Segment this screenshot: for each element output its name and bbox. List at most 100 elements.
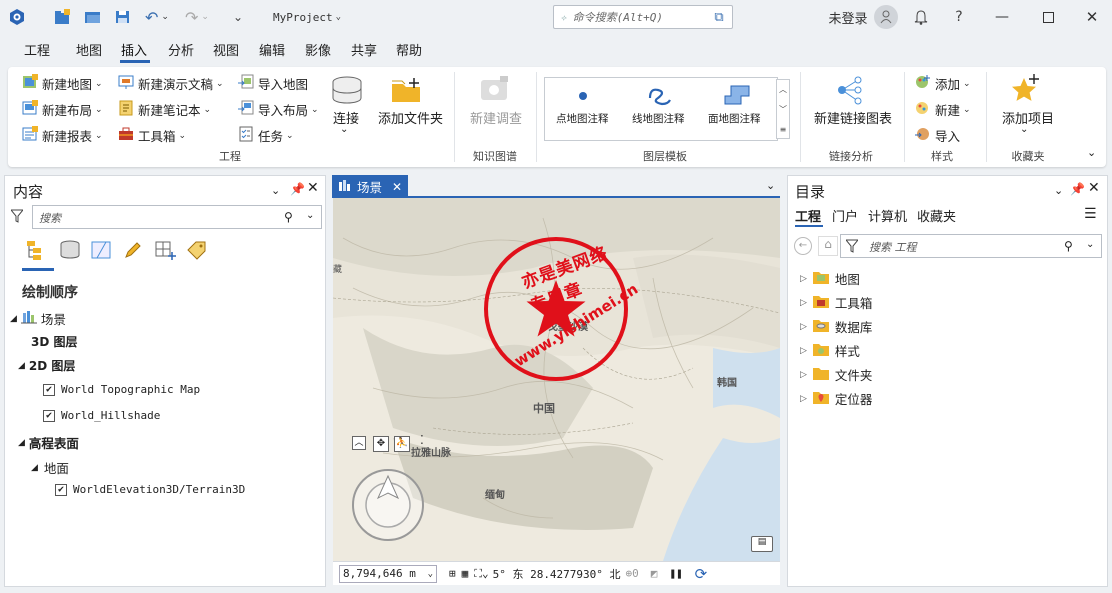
catalog-item-toolboxes[interactable]: ▷ 工具箱 (800, 293, 872, 312)
open-project-icon[interactable] (82, 6, 104, 28)
coordinate-system-icon[interactable]: ⛶⌄ (474, 567, 488, 581)
collapse-arrow-icon[interactable]: ◢ (18, 361, 25, 371)
catalog-search-input[interactable]: 搜索 工程 (840, 234, 1102, 258)
collapse-arrow-icon[interactable]: ◢ (31, 463, 38, 473)
close-panel-icon[interactable]: ✕ (307, 180, 319, 196)
collapse-arrow-icon[interactable]: ◢ (10, 314, 17, 324)
pin-icon[interactable]: 📌 (290, 182, 305, 196)
help-icon[interactable]: ? (950, 6, 968, 28)
ribbon-collapse-icon[interactable]: ⌄ (1087, 146, 1096, 159)
line-annotation-template[interactable]: 线地图注释 (632, 111, 685, 126)
home-icon[interactable]: ⌂ (818, 236, 838, 256)
menu-analysis[interactable]: 分析 (168, 40, 194, 59)
new-style-button[interactable]: 新建 ⌄ (915, 100, 971, 119)
catalog-filter-icon[interactable] (844, 239, 860, 256)
list-by-source-icon[interactable] (59, 240, 81, 263)
ground-node[interactable]: ◢ 地面 (31, 458, 69, 477)
pause-drawing-icon[interactable]: ❚❚ (669, 567, 682, 580)
pin-icon[interactable]: 📌 (1070, 182, 1085, 196)
tab-list-dropdown-icon[interactable]: ⌄ (766, 179, 775, 192)
scene-node[interactable]: ◢ 场景 (10, 309, 66, 328)
walk-mode-icon[interactable]: ⛹ (394, 436, 410, 452)
navigator-collapse-icon[interactable]: ︿ (352, 436, 366, 450)
contents-search-input[interactable]: 搜索 (32, 205, 322, 229)
add-grid-icon[interactable]: ⊞ (449, 567, 456, 580)
project-name[interactable]: MyProject ⌄ (272, 6, 342, 28)
list-by-snapping-icon[interactable] (154, 240, 178, 265)
catalog-tab-project[interactable]: 工程 (795, 206, 821, 225)
undo-icon[interactable]: ↶ ⌄ (142, 6, 172, 28)
import-style-button[interactable]: 导入 (915, 126, 960, 145)
new-survey-button[interactable]: 新建调查 (470, 108, 522, 127)
refresh-icon[interactable]: ⟳ (695, 565, 708, 583)
import-layout-button[interactable]: 导入布局 ⌄ (238, 100, 319, 119)
menu-share[interactable]: 共享 (351, 40, 377, 59)
menu-edit[interactable]: 编辑 (259, 40, 285, 59)
catalog-tab-computer[interactable]: 计算机 (868, 206, 907, 225)
list-by-selection-icon[interactable] (91, 240, 113, 263)
tab-scene[interactable]: 场景 ✕ (332, 175, 408, 198)
catalog-search-icon[interactable]: ⚲ (1064, 239, 1073, 253)
map-canvas[interactable]: 藏 戈壁沙漠 中国 韩国 拉雅山脉 缅甸 亦是美网络专用章 www.yishim… (333, 198, 780, 561)
new-project-icon[interactable] (52, 6, 74, 28)
minimize-icon[interactable]: — (990, 6, 1014, 28)
table-grid-icon[interactable]: ▦ (462, 567, 469, 580)
add-folder-button[interactable]: 添加文件夹 (378, 108, 443, 127)
menu-help[interactable]: 帮助 (396, 40, 422, 59)
layer-visibility-checkbox[interactable]: ✔ (43, 383, 55, 396)
navigator-compass-icon[interactable] (351, 468, 425, 542)
catalog-item-databases[interactable]: ▷ 数据库 (800, 317, 872, 336)
catalog-item-maps[interactable]: ▷ 地图 (800, 269, 860, 288)
command-search-input[interactable]: ✧ 命令搜索(Alt+Q) (553, 5, 733, 29)
catalog-item-folders[interactable]: ▷ 文件夹 (800, 365, 872, 384)
list-by-draw-order-icon[interactable] (25, 239, 49, 264)
panel-menu-icon[interactable]: ⌄ (1054, 184, 1063, 197)
add-style-button[interactable]: 添加 ⌄ (915, 74, 971, 93)
task-button[interactable]: 任务 ⌄ (238, 126, 294, 145)
maximize-icon[interactable] (1036, 6, 1060, 28)
navigator-more-icon[interactable]: ⁚ (420, 433, 424, 447)
point-annotation-template[interactable]: 点地图注释 (556, 111, 609, 126)
new-notebook-button[interactable]: 新建笔记本 ⌄ (118, 100, 211, 119)
catalog-item-styles[interactable]: ▷ 样式 (800, 341, 860, 360)
layers-2d-group[interactable]: ◢ 2D 图层 (18, 357, 75, 374)
layer-world-hillshade[interactable]: ✔ World_Hillshade (43, 409, 160, 422)
save-project-icon[interactable] (112, 6, 134, 28)
scale-selector[interactable]: 8,794,646 m ⌄ (339, 564, 437, 583)
customize-toolbar-icon[interactable]: ⌄ (228, 6, 248, 28)
selection-icon[interactable]: ⊕ (626, 567, 633, 580)
list-by-labeling-icon[interactable] (186, 240, 208, 263)
panel-menu-icon[interactable]: ⌄ (271, 184, 280, 197)
login-status[interactable]: 未登录 (828, 6, 868, 28)
catalog-search-dropdown-icon[interactable]: ⌄ (1086, 239, 1094, 250)
gallery-scroll[interactable]: ︿ ﹀ ≡ (776, 79, 790, 139)
add-item-dropdown-icon[interactable]: ⌄ (1020, 124, 1028, 135)
catalog-tab-portal[interactable]: 门户 (832, 206, 858, 225)
close-tab-icon[interactable]: ✕ (392, 180, 402, 194)
new-link-chart-button[interactable]: 新建链接图表 (814, 108, 892, 127)
import-map-button[interactable]: 导入地图 (238, 74, 308, 93)
layer-world-topographic[interactable]: ✔ World Topographic Map (43, 383, 200, 396)
pan-mode-icon[interactable]: ✥ (373, 436, 389, 452)
catalog-tab-favorites[interactable]: 收藏夹 (917, 206, 956, 225)
menu-insert[interactable]: 插入 (121, 40, 147, 59)
close-panel-icon[interactable]: ✕ (1088, 180, 1100, 196)
menu-view[interactable]: 视图 (213, 40, 239, 59)
refresh-display-icon[interactable]: ◩ (651, 567, 658, 580)
elevation-surfaces-group[interactable]: ◢ 高程表面 (18, 433, 79, 452)
menu-imagery[interactable]: 影像 (305, 40, 331, 59)
toolbox-button[interactable]: 工具箱 ⌄ (118, 126, 186, 145)
hamburger-menu-icon[interactable]: ☰ (1084, 206, 1097, 222)
collapse-arrow-icon[interactable]: ◢ (18, 438, 25, 448)
close-icon[interactable]: ✕ (1080, 6, 1104, 28)
new-layout-button[interactable]: 新建布局 ⌄ (22, 100, 103, 119)
back-arrow-icon[interactable]: ← (794, 237, 812, 255)
layer-visibility-checkbox[interactable]: ✔ (43, 409, 55, 422)
polygon-annotation-template[interactable]: 面地图注释 (708, 111, 761, 126)
user-avatar-icon[interactable] (874, 5, 898, 29)
search-icon[interactable]: ⚲ (284, 210, 293, 224)
layer-terrain3d[interactable]: ✔ WorldElevation3D/Terrain3D (55, 483, 245, 496)
search-dropdown-icon[interactable]: ⌄ (306, 210, 314, 221)
new-presentation-button[interactable]: 新建演示文稿 ⌄ (118, 74, 224, 93)
list-by-editing-icon[interactable] (123, 240, 145, 263)
